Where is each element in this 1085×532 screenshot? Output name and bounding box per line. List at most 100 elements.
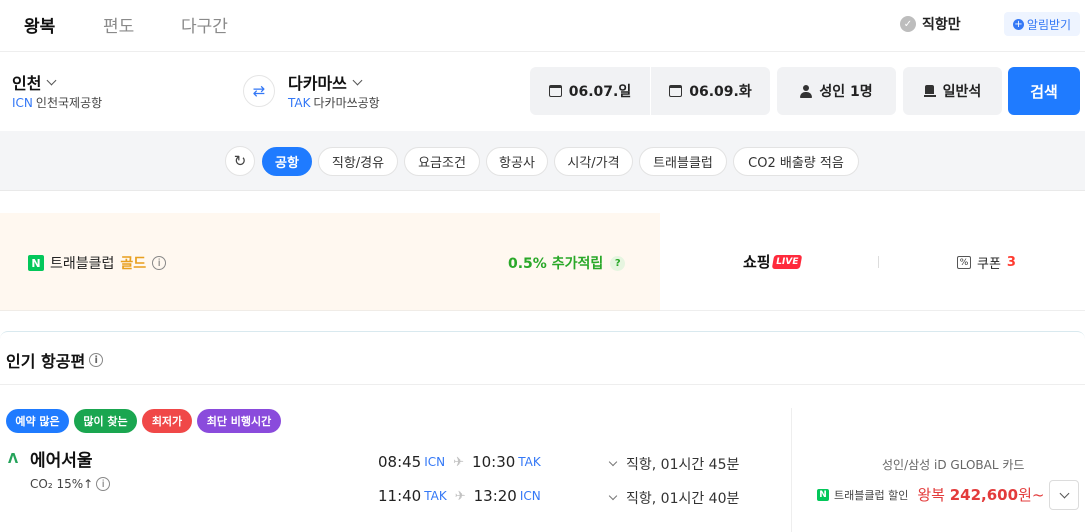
- search-button[interactable]: 검색: [1008, 67, 1080, 115]
- filter-chip-time-price[interactable]: 시각/가격: [554, 147, 633, 176]
- person-icon: [800, 84, 813, 98]
- percent-icon: %: [957, 256, 971, 269]
- shopping-coupon-panel: 쇼핑 LIVE % 쿠폰 3: [660, 213, 1085, 311]
- expand-flight-button[interactable]: [1049, 480, 1079, 510]
- travelclub-discount-label: 트래블클럽 할인: [834, 488, 909, 502]
- travelclub-text: 트래블클럽: [50, 256, 115, 272]
- coupon-link[interactable]: % 쿠폰 3: [957, 253, 1016, 272]
- co2-indicator: CO₂ 15%↑ i: [30, 477, 111, 491]
- calendar-icon: [548, 85, 562, 97]
- info-icon[interactable]: i: [152, 256, 167, 270]
- chevron-down-icon: [1059, 488, 1069, 498]
- airplane-icon: ✈: [453, 454, 465, 470]
- calendar-icon: [669, 85, 683, 97]
- travelclub-label: N 트래블클럽 골드 i: [28, 253, 167, 273]
- popular-flights-section: 인기 항공편 i 예약 많은 많이 찾는 최저가 최단 비행시간 ᐱ 에어서울 …: [0, 331, 1085, 532]
- passengers-button[interactable]: 성인 1명: [777, 67, 896, 115]
- price: 왕복 242,600원~: [917, 484, 1044, 505]
- travelclub-banner[interactable]: N 트래블클럽 골드 i 0.5% 추가적립 ?: [0, 213, 660, 311]
- destination-airport-name: 다카마쓰공항: [313, 96, 380, 110]
- info-icon[interactable]: i: [96, 477, 111, 491]
- help-icon[interactable]: ?: [610, 255, 626, 271]
- popular-title: 인기 항공편: [6, 352, 86, 371]
- arr-code: ICN: [519, 489, 541, 503]
- origin-code: ICN: [12, 96, 33, 110]
- passengers-label: 성인 1명: [819, 84, 873, 100]
- destination-city-selector[interactable]: 다카마쓰: [288, 70, 363, 94]
- dep-code: ICN: [424, 455, 446, 469]
- live-badge: LIVE: [771, 254, 803, 269]
- flight-leg-outbound: 08:45 ICN ✈ 10:30 TAK: [378, 453, 541, 471]
- dep-time: 08:45: [378, 453, 422, 471]
- alert-button[interactable]: + 알림받기: [1004, 12, 1080, 36]
- filter-chip-co2[interactable]: CO2 배출량 적음: [733, 147, 859, 176]
- origin-airport-name: 인천국제공항: [35, 96, 103, 110]
- filter-chip-direct[interactable]: 직항/경유: [318, 147, 398, 176]
- divider: [791, 408, 792, 532]
- route-search-bar: 인천 ICN 인천국제공항 ⇄ 다카마쓰 TAK 다카마쓰공항 06.07.일 06…: [0, 52, 1085, 130]
- tag-lowest-price: 최저가: [142, 409, 192, 433]
- arr-time: 13:20: [473, 487, 517, 505]
- filter-chip-fare[interactable]: 요금조건: [404, 147, 480, 176]
- coupon-label: 쿠폰: [977, 257, 1001, 272]
- origin-city-selector[interactable]: 인천: [12, 70, 57, 94]
- price-row[interactable]: N 트래블클럽 할인 왕복 242,600원~: [817, 484, 1044, 505]
- plus-icon: +: [1012, 18, 1024, 30]
- filter-chip-airline[interactable]: 항공사: [486, 147, 548, 176]
- refresh-icon: ↻: [233, 152, 247, 170]
- arr-code: TAK: [518, 455, 541, 469]
- tab-multi-city[interactable]: 다구간: [181, 12, 228, 37]
- price-prefix: 왕복: [917, 486, 945, 504]
- tab-round-trip[interactable]: 왕복: [24, 12, 55, 37]
- origin-city: 인천: [12, 74, 42, 93]
- card-info: 성인/삼성 iD GLOBAL 카드: [882, 458, 1025, 472]
- airline-text: 에어서울: [30, 451, 93, 471]
- divider: [878, 256, 879, 268]
- dep-time: 11:40: [378, 487, 422, 505]
- filter-bar: ↻ 공항 직항/경유 요금조건 항공사 시각/가격 트래블클럽 CO2 배출량 …: [0, 131, 1085, 191]
- seat-class-label: 일반석: [942, 84, 982, 100]
- tag-shortest-time: 최단 비행시간: [197, 409, 281, 433]
- nonstop-toggle[interactable]: ✓ 직항만: [900, 14, 961, 34]
- leg-info: 직항, 01시간 45분: [626, 457, 740, 473]
- chevron-down-icon: [608, 457, 618, 467]
- leg-info: 직항, 01시간 40분: [626, 491, 740, 507]
- seat-class-button[interactable]: 일반석: [903, 67, 1002, 115]
- origin-airport: ICN 인천국제공항: [12, 94, 102, 111]
- refresh-filters-button[interactable]: ↻: [225, 146, 255, 176]
- arr-time: 10:30: [472, 453, 516, 471]
- info-icon[interactable]: i: [89, 353, 104, 367]
- chevron-down-icon: [608, 491, 618, 501]
- swap-route-button[interactable]: ⇄: [243, 75, 275, 107]
- depart-date-button[interactable]: 06.07.일: [530, 67, 650, 115]
- flight-leg-return-info[interactable]: 직항, 01시간 40분: [608, 488, 740, 508]
- depart-date: 06.07.일: [568, 84, 632, 100]
- points-text: 0.5% 추가적립: [508, 256, 604, 272]
- tab-one-way[interactable]: 편도: [103, 12, 134, 37]
- check-icon: ✓: [900, 16, 916, 32]
- price-suffix: 원~: [1018, 486, 1045, 504]
- co2-text: CO₂ 15%↑: [30, 477, 94, 491]
- airline-name: ᐱ 에어서울: [8, 446, 93, 471]
- tag-most-booked: 예약 많은: [6, 409, 69, 433]
- swap-arrows-icon: ⇄: [252, 82, 266, 100]
- flight-leg-outbound-info[interactable]: 직항, 01시간 45분: [608, 454, 740, 474]
- return-date-button[interactable]: 06.09.화: [651, 67, 770, 115]
- price-value: 242,600: [949, 486, 1019, 504]
- points-label: 0.5% 추가적립 ?: [508, 253, 626, 273]
- coupon-count: 3: [1006, 255, 1016, 270]
- destination-code: TAK: [288, 96, 311, 110]
- chevron-down-icon: [352, 75, 363, 85]
- airline-logo-icon: ᐱ: [8, 451, 19, 467]
- trip-type-tabs: 왕복 편도 다구간 ✓ 직항만 + 알림받기: [0, 0, 1085, 52]
- divider: [0, 384, 1085, 385]
- filter-chip-travelclub[interactable]: 트래블클럽: [639, 147, 727, 176]
- shopping-label: 쇼핑: [743, 253, 771, 271]
- alert-label: 알림받기: [1026, 17, 1072, 32]
- destination-city: 다카마쓰: [288, 74, 347, 93]
- airplane-icon: ✈: [454, 488, 466, 504]
- filter-chip-airport[interactable]: 공항: [262, 147, 312, 176]
- return-date: 06.09.화: [689, 84, 752, 100]
- tag-most-searched: 많이 찾는: [74, 409, 137, 433]
- shopping-live-link[interactable]: 쇼핑 LIVE: [743, 251, 803, 272]
